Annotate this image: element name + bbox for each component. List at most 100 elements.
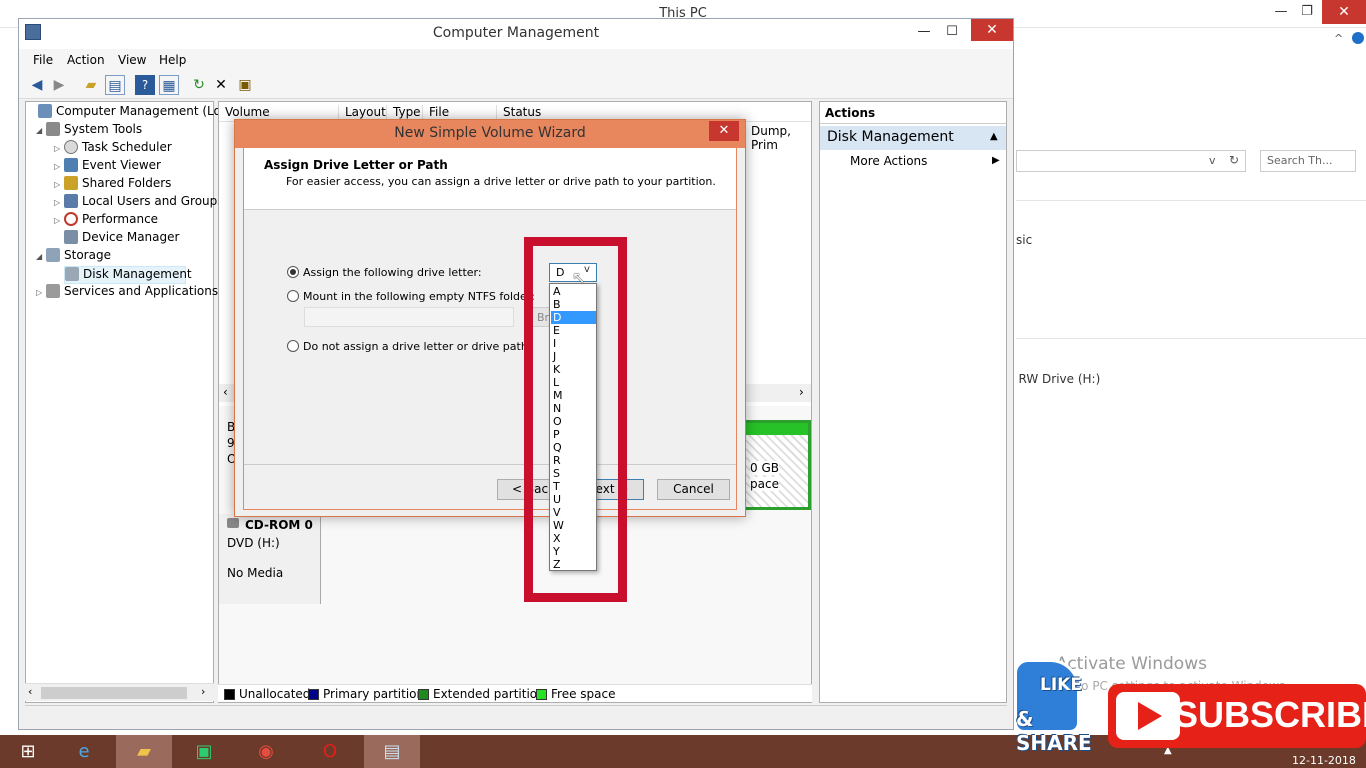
tree-item-system-tools[interactable]: ◢ System Tools — [36, 122, 142, 140]
computer-management-taskbar-icon[interactable]: ▤ — [364, 735, 420, 768]
drive-letter-option[interactable]: Y — [551, 545, 596, 558]
menu-action[interactable]: Action — [67, 53, 105, 67]
start-button-icon[interactable]: ⊞ — [0, 735, 56, 768]
delete-icon[interactable]: ✕ — [211, 75, 231, 95]
tray-date[interactable]: 12-11-2018 — [1292, 754, 1356, 767]
users-icon — [64, 194, 78, 208]
wizard-close-button[interactable]: ✕ — [709, 121, 739, 141]
drive-letter-option[interactable]: Z — [551, 558, 596, 571]
drive-letter-option[interactable]: L — [551, 376, 596, 389]
drive-letter-option[interactable]: V — [551, 506, 596, 519]
menu-file[interactable]: File — [33, 53, 53, 67]
ntfs-folder-input[interactable] — [304, 307, 514, 327]
radio-assign-letter[interactable] — [287, 266, 299, 278]
drive-letter-option[interactable]: Q — [551, 441, 596, 454]
collapse-arrow-icon[interactable]: ◢ — [36, 252, 46, 261]
address-bar[interactable]: v ↻ — [1016, 150, 1246, 172]
ribbon-collapse-icon[interactable]: ^ — [1334, 32, 1343, 45]
back-icon[interactable]: ◀ — [27, 75, 47, 95]
show-hide-tree-icon[interactable]: ▤ — [105, 75, 125, 95]
mouse-cursor-icon: ↖ — [572, 268, 586, 287]
export-icon[interactable]: ▣ — [235, 75, 255, 95]
internet-explorer-icon[interactable]: e — [56, 735, 112, 768]
actions-disk-management[interactable]: Disk Management ▲ — [820, 126, 1006, 150]
drive-letter-option[interactable]: P — [551, 428, 596, 441]
forward-icon[interactable]: ▶ — [49, 75, 69, 95]
expand-arrow-icon[interactable]: ▷ — [54, 216, 64, 225]
dvd-drive-item[interactable]: ) RW Drive (H:) — [1010, 372, 1100, 386]
expand-arrow-icon[interactable]: ▷ — [54, 198, 64, 207]
tree-horizontal-scrollbar[interactable]: ‹ › — [25, 683, 214, 701]
drive-letter-option[interactable]: X — [551, 532, 596, 545]
tree-item-performance[interactable]: ▷ Performance — [54, 212, 158, 230]
subscribe-badge[interactable]: SUBSCRIBE — [1108, 684, 1366, 748]
radio-no-letter[interactable] — [287, 340, 299, 352]
refresh-address-icon[interactable]: ↻ — [1229, 153, 1239, 167]
drive-letter-option[interactable]: M — [551, 389, 596, 402]
drive-letter-option[interactable]: N — [551, 402, 596, 415]
help-icon[interactable]: ? — [135, 75, 155, 95]
minimize-button[interactable]: — — [909, 21, 939, 43]
tree-item-computer-management[interactable]: Computer Management (Local — [28, 104, 238, 122]
this-pc-search-input[interactable]: Search Th... — [1260, 150, 1356, 172]
drive-letter-option[interactable]: T — [551, 480, 596, 493]
help-circle-icon[interactable] — [1352, 32, 1364, 44]
volume-status-cell: Dump, Prim — [751, 124, 791, 152]
this-pc-close-button[interactable]: ✕ — [1322, 0, 1366, 24]
drive-letter-option[interactable]: U — [551, 493, 596, 506]
collapse-arrow-icon[interactable]: ◢ — [36, 126, 46, 135]
drive-letter-option[interactable]: O — [551, 415, 596, 428]
maximize-button[interactable]: ☐ — [937, 21, 967, 43]
scroll-left-icon[interactable]: ‹ — [28, 685, 32, 698]
drive-letter-option[interactable]: K — [551, 363, 596, 376]
tree-item-storage[interactable]: ◢ Storage — [36, 248, 111, 266]
up-folder-icon[interactable]: ▰ — [81, 75, 101, 95]
drive-letter-option[interactable]: R — [551, 454, 596, 467]
free-space-partition[interactable]: 0 GB pace — [743, 420, 811, 510]
tree-item-shared-folders[interactable]: ▷ Shared Folders — [54, 176, 171, 194]
tree-item-task-scheduler[interactable]: ▷ Task Scheduler — [54, 140, 172, 158]
tree-item-disk-management[interactable]: Disk Management — [64, 266, 192, 284]
tree-item-device-manager[interactable]: Device Manager — [54, 230, 179, 248]
drive-letter-option[interactable]: I — [551, 337, 596, 350]
scroll-right-icon[interactable]: › — [201, 685, 205, 698]
opera-icon[interactable]: O — [302, 735, 358, 768]
scroll-right-icon[interactable]: › — [799, 385, 804, 399]
scrollbar-thumb[interactable] — [41, 687, 187, 699]
address-dropdown-icon[interactable]: v — [1209, 154, 1216, 167]
drive-letter-option[interactable]: B — [551, 298, 596, 311]
close-button[interactable]: ✕ — [971, 19, 1013, 41]
store-icon[interactable]: ▣ — [176, 735, 232, 768]
radio-assign-letter-label[interactable]: Assign the following drive letter: — [303, 266, 482, 279]
more-actions-item[interactable]: More Actions — [850, 154, 927, 168]
expand-arrow-icon[interactable]: ▷ — [36, 288, 46, 297]
drive-letter-option[interactable]: W — [551, 519, 596, 532]
chrome-icon[interactable]: ◉ — [238, 735, 294, 768]
file-explorer-icon[interactable]: ▰ — [116, 735, 172, 768]
cancel-button[interactable]: Cancel — [657, 479, 730, 500]
drive-letter-option[interactable]: J — [551, 350, 596, 363]
radio-mount-folder-label[interactable]: Mount in the following empty NTFS folder… — [303, 290, 535, 303]
tree-item-event-viewer[interactable]: ▷ Event Viewer — [54, 158, 161, 176]
scroll-left-icon[interactable]: ‹ — [223, 385, 228, 399]
submenu-arrow-icon[interactable]: ▶ — [992, 155, 1000, 166]
properties-icon[interactable]: ▦ — [159, 75, 179, 95]
actions-header: Actions — [820, 102, 1006, 124]
cdrom-disk-box[interactable]: CD-ROM 0 DVD (H:) No Media — [219, 514, 321, 604]
tree-item-services-applications[interactable]: ▷ Services and Applications — [36, 284, 218, 302]
expand-arrow-icon[interactable]: ▷ — [54, 144, 64, 153]
expand-arrow-icon[interactable]: ▷ — [54, 180, 64, 189]
radio-no-letter-label[interactable]: Do not assign a drive letter or drive pa… — [303, 340, 528, 353]
drive-letter-option[interactable]: S — [551, 467, 596, 480]
collapse-up-icon[interactable]: ▲ — [990, 131, 998, 142]
menu-view[interactable]: View — [118, 53, 146, 67]
drive-letter-option[interactable]: D — [551, 311, 596, 324]
tree-item-local-users-groups[interactable]: ▷ Local Users and Groups — [54, 194, 224, 212]
radio-mount-folder[interactable] — [287, 290, 299, 302]
this-pc-maximize-button[interactable]: ❐ — [1292, 4, 1322, 24]
drive-letter-option[interactable]: E — [551, 324, 596, 337]
menu-help[interactable]: Help — [159, 53, 186, 67]
divider — [1016, 338, 1366, 339]
refresh-icon[interactable]: ↻ — [189, 75, 209, 95]
expand-arrow-icon[interactable]: ▷ — [54, 162, 64, 171]
